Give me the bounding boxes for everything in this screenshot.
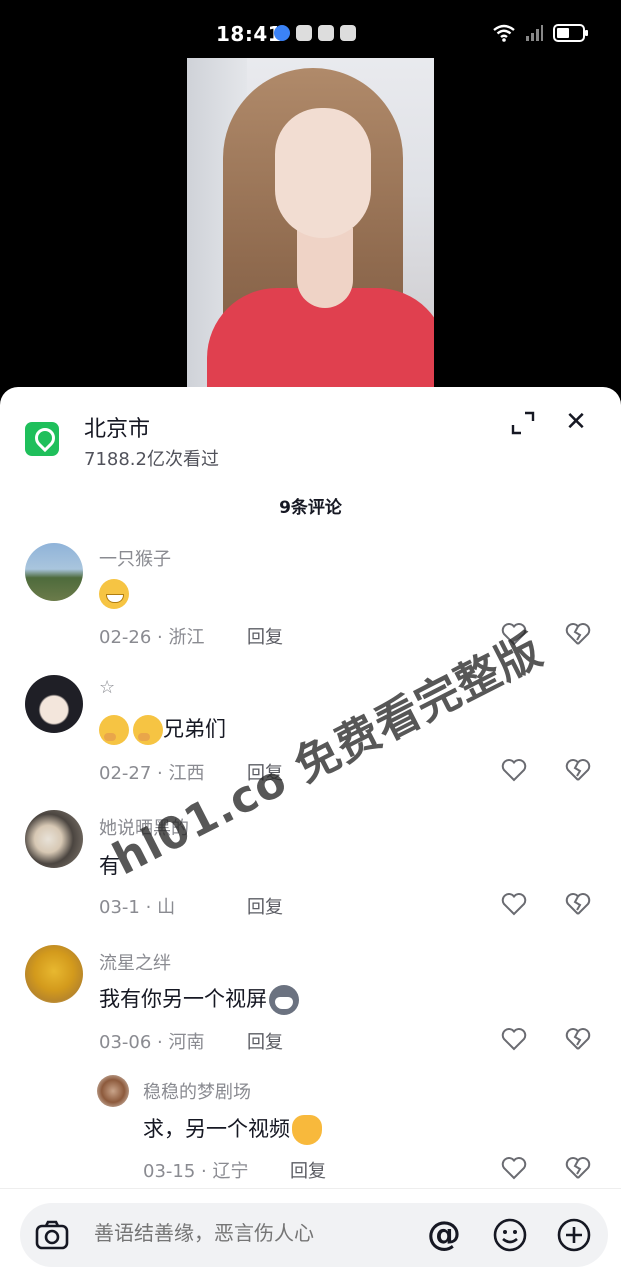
avatar[interactable]	[25, 945, 83, 1003]
hotspot-icon	[318, 25, 334, 41]
reply-button[interactable]: 回复	[247, 893, 283, 919]
comment-date: 02-27	[99, 763, 152, 784]
avatar[interactable]	[25, 675, 83, 733]
status-right	[493, 24, 588, 42]
plus-icon[interactable]	[556, 1217, 592, 1253]
comment-username[interactable]: 一只猴子	[99, 545, 171, 571]
comment-date: 02-26	[99, 627, 152, 648]
reply-button[interactable]: 回复	[247, 759, 283, 785]
broken-heart-icon[interactable]	[565, 1027, 591, 1051]
broken-heart-icon[interactable]	[565, 892, 591, 916]
thinking-emoji-icon	[133, 715, 163, 745]
video-player[interactable]	[187, 58, 434, 398]
comment-meta: 02-26 · 浙江	[99, 627, 205, 648]
location-pin-icon	[25, 422, 59, 456]
comment-date: 03-15	[143, 1161, 196, 1182]
wifi-icon	[493, 24, 515, 42]
comment-input-bar: @	[0, 1188, 621, 1280]
heart-icon[interactable]	[501, 758, 527, 782]
comment-input[interactable]	[94, 1223, 414, 1246]
battery-icon	[553, 24, 588, 42]
browser-icon	[274, 25, 290, 41]
comment-username[interactable]: 她说晒黑的	[99, 814, 189, 840]
signal-icon	[526, 25, 543, 41]
comment-region: 辽宁	[212, 1161, 249, 1182]
comment-count: 9条评论	[279, 498, 342, 518]
comment-sheet: 北京市 7188.2亿次看过 ✕ 9条评论 一只猴子 02-26 · 浙江 回复…	[0, 387, 621, 1280]
comment-region: 河南	[168, 1032, 205, 1053]
mention-button[interactable]: @	[427, 1215, 461, 1253]
status-bar: 18:41	[0, 0, 621, 58]
heart-icon[interactable]	[501, 622, 527, 646]
camera-icon[interactable]	[34, 1217, 70, 1253]
app-icon	[296, 25, 312, 41]
comment-username[interactable]: 流星之绊	[99, 949, 171, 975]
status-time: 18:41	[216, 22, 283, 46]
comment-date: 03-06	[99, 1032, 152, 1053]
dog-emoji-icon	[269, 985, 299, 1015]
avatar[interactable]	[25, 543, 83, 601]
avatar[interactable]	[97, 1075, 129, 1107]
comment-username[interactable]: 稳稳的梦剧场	[143, 1078, 251, 1104]
heart-icon[interactable]	[501, 892, 527, 916]
comment-date: 03-1	[99, 897, 140, 918]
broken-heart-icon[interactable]	[565, 758, 591, 782]
comment-text: 我有你另一个视屏	[99, 983, 299, 1015]
grin-emoji-icon	[99, 579, 129, 609]
comment-text: 有	[99, 854, 120, 878]
location-views: 7188.2亿次看过	[84, 449, 219, 470]
comment-input-box[interactable]: @	[20, 1203, 608, 1267]
app-icon	[340, 25, 356, 41]
heart-icon[interactable]	[501, 1156, 527, 1180]
comment-text: 求，另一个视频	[143, 1113, 322, 1145]
comment-region: 浙江	[168, 627, 205, 648]
broken-heart-icon[interactable]	[565, 1156, 591, 1180]
comment-text: 兄弟们	[99, 713, 226, 745]
avatar[interactable]	[25, 810, 83, 868]
close-icon[interactable]: ✕	[563, 409, 589, 435]
comment-meta: 03-1 · 山	[99, 897, 176, 918]
clap-emoji-icon	[292, 1115, 322, 1145]
reply-button[interactable]: 回复	[247, 623, 283, 649]
emoji-icon[interactable]	[492, 1217, 528, 1253]
reply-button[interactable]: 回复	[290, 1157, 326, 1183]
reply-button[interactable]: 回复	[247, 1028, 283, 1054]
comment-text	[99, 579, 129, 609]
comment-meta: 03-06 · 河南	[99, 1032, 205, 1053]
thinking-emoji-icon	[99, 715, 129, 745]
broken-heart-icon[interactable]	[565, 622, 591, 646]
comment-region: 江西	[168, 763, 205, 784]
comment-username[interactable]: ☆	[99, 677, 115, 698]
expand-icon[interactable]	[511, 411, 535, 435]
location-name[interactable]: 北京市	[84, 411, 150, 443]
comment-region: 山	[157, 897, 176, 918]
comment-meta: 03-15 · 辽宁	[143, 1161, 249, 1182]
notification-icons	[274, 25, 356, 41]
comment-meta: 02-27 · 江西	[99, 763, 205, 784]
heart-icon[interactable]	[501, 1027, 527, 1051]
